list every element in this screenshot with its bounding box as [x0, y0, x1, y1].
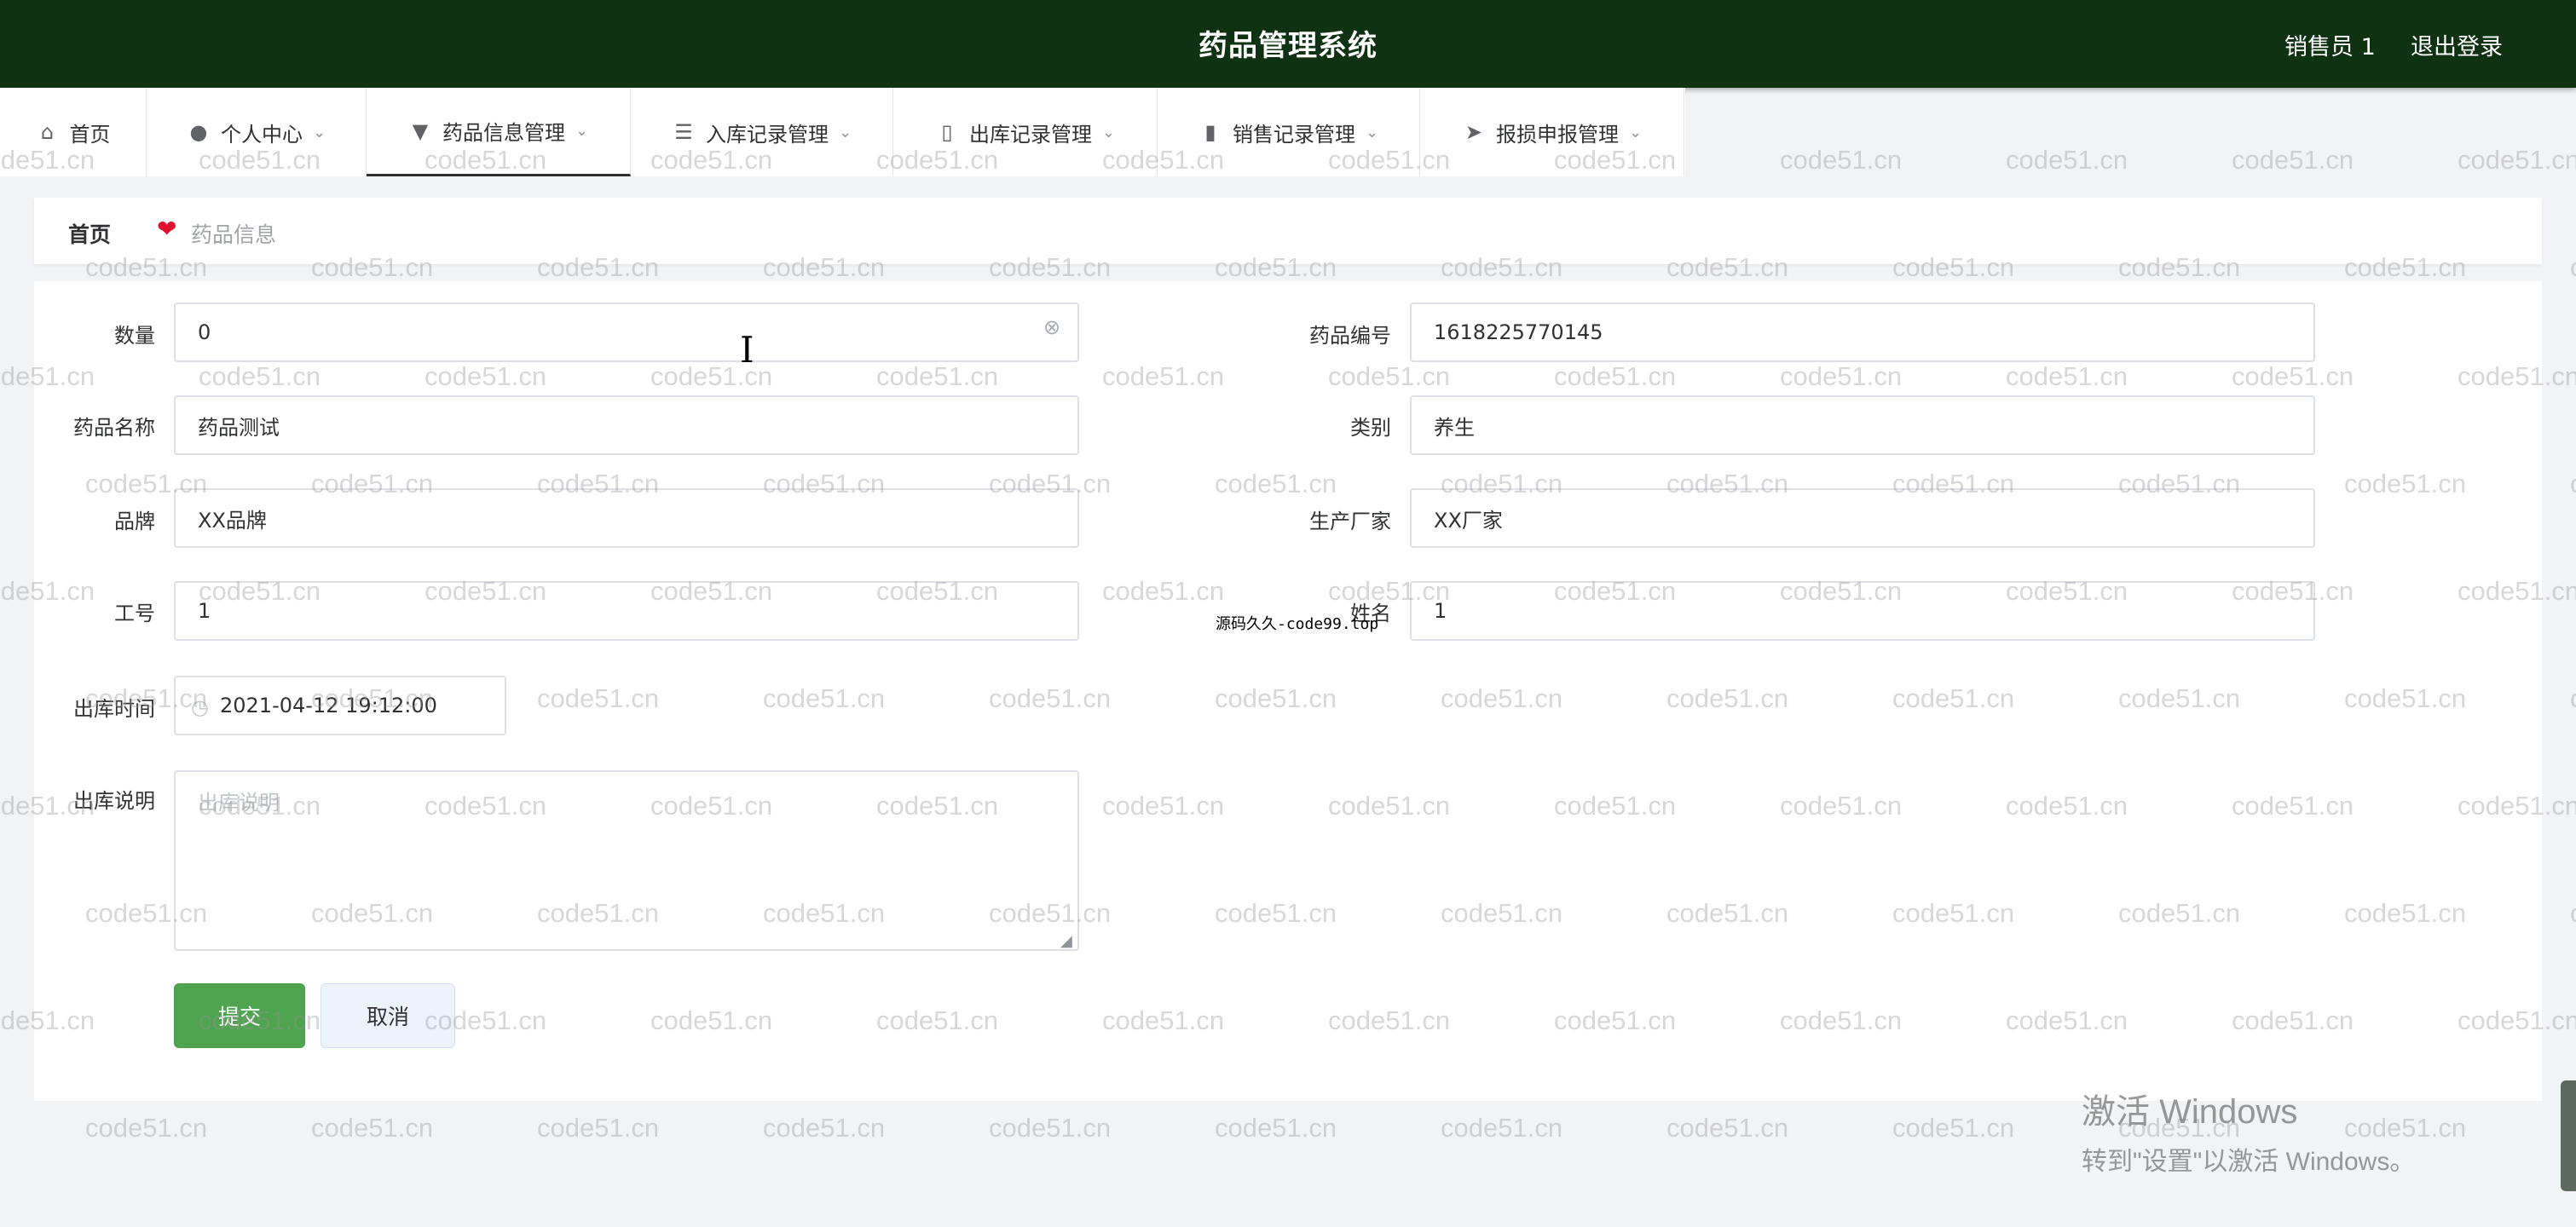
watermark-text: code51.cn: [2458, 145, 2576, 175]
desktop-gadget: [2561, 1080, 2576, 1191]
nav-item-loss-report[interactable]: ➤ 报损申报管理 ⌄: [1420, 88, 1684, 176]
chevron-down-icon: ⌄: [838, 123, 852, 141]
watermark-text: code51.cn: [2006, 145, 2128, 175]
watermark-text: code51.cn: [763, 1113, 886, 1143]
employee-id-input[interactable]: [174, 581, 1079, 641]
text-cursor-icon: I: [740, 329, 754, 371]
breadcrumb-home[interactable]: 首页: [68, 218, 111, 249]
chevron-down-icon: ⌄: [1365, 123, 1379, 141]
nav-item-home[interactable]: ⌂ 首页: [0, 88, 147, 176]
drug-name-input[interactable]: [174, 395, 1079, 455]
app-title: 药品管理系统: [1198, 29, 1378, 63]
nav-item-label: 报损申报管理: [1495, 122, 1619, 147]
watermark-text: code51.cn: [2570, 683, 2576, 714]
nav-item-personal-center[interactable]: ● 个人中心 ⌄: [147, 88, 367, 176]
chart-icon: ▮: [1204, 120, 1216, 144]
watermark-text: code51.cn: [311, 1113, 434, 1143]
nav-item-label: 出库记录管理: [968, 122, 1092, 147]
logout-link[interactable]: 退出登录: [2411, 28, 2503, 61]
outbound-time-label: 出库时间: [73, 697, 155, 721]
breadcrumb: 首页 ❤ 药品信息: [34, 198, 2542, 264]
watermark-text: code51.cn: [1215, 1113, 1337, 1143]
send-icon: ➤: [1464, 120, 1482, 144]
brand-input[interactable]: [174, 488, 1079, 548]
user-icon: ●: [189, 120, 208, 144]
manufacturer-input[interactable]: [1410, 488, 2315, 548]
outbound-note-textarea[interactable]: [174, 770, 1079, 951]
top-header: 药品管理系统 销售员 1 退出登录: [0, 0, 2576, 88]
manufacturer-label: 生产厂家: [1309, 510, 1391, 533]
watermark-text: code51.cn: [1666, 1113, 1789, 1143]
source-stamp: 源码久久-code99.top: [1216, 615, 1379, 633]
resize-handle-icon[interactable]: ◢: [1060, 932, 1072, 950]
nav-item-outbound-records[interactable]: ▯ 出库记录管理 ⌄: [893, 88, 1158, 176]
cancel-button[interactable]: 取消: [321, 983, 455, 1048]
breadcrumb-current: 药品信息: [191, 222, 277, 247]
watermark-text: code51.cn: [2344, 1113, 2467, 1143]
nav-item-label: 入库记录管理: [705, 122, 829, 147]
mobile-icon: ▯: [941, 120, 953, 144]
nav-item-sales-records[interactable]: ▮ 销售记录管理 ⌄: [1158, 88, 1420, 176]
nav-item-label: 销售记录管理: [1232, 122, 1355, 147]
category-input[interactable]: [1410, 395, 2315, 455]
clock-icon: ◷: [191, 695, 209, 719]
chevron-down-icon: ⌄: [575, 122, 589, 140]
outbound-note-label: 出库说明: [73, 789, 155, 813]
chevron-down-icon: ⌄: [312, 123, 326, 141]
brand-label: 品牌: [114, 510, 155, 533]
name-input[interactable]: [1410, 581, 2315, 641]
nav-item-drug-info[interactable]: ▼ 药品信息管理 ⌄: [367, 88, 631, 176]
main-nav: ⌂ 首页 ● 个人中心 ⌄ ▼ 药品信息管理 ⌄ ☰ 入库记录管理 ⌄ ▯ 出库…: [0, 88, 1685, 176]
quantity-input[interactable]: [174, 302, 1079, 362]
bookmark-icon: ▼: [412, 118, 429, 143]
drug-code-input[interactable]: [1410, 302, 2315, 362]
watermark-text: code51.cn: [2232, 145, 2354, 175]
outbound-time-picker[interactable]: [174, 676, 506, 735]
watermark-text: code51.cn: [2570, 252, 2576, 283]
submit-button[interactable]: 提交: [174, 983, 305, 1048]
nav-item-label: 个人中心: [220, 122, 303, 147]
quantity-label: 数量: [114, 324, 155, 348]
watermark-text: code51.cn: [537, 1113, 660, 1143]
watermark-text: code51.cn: [1892, 1113, 2015, 1143]
employee-id-label: 工号: [114, 602, 155, 625]
clear-icon[interactable]: ⊗: [1043, 315, 1060, 339]
nav-item-inbound-records[interactable]: ☰ 入库记录管理 ⌄: [631, 88, 893, 176]
chevron-down-icon: ⌄: [1101, 123, 1116, 141]
nav-item-label: 药品信息管理: [442, 121, 565, 145]
category-label: 类别: [1350, 416, 1391, 440]
nav-item-label: 首页: [69, 122, 111, 147]
chevron-down-icon: ⌄: [1628, 123, 1643, 141]
list-icon: ☰: [674, 120, 693, 144]
drug-code-label: 药品编号: [1309, 324, 1391, 348]
watermark-text: code51.cn: [1441, 1113, 1563, 1143]
home-icon: ⌂: [40, 120, 55, 144]
heart-icon: ❤: [157, 215, 177, 243]
current-user[interactable]: 销售员 1: [2284, 28, 2376, 61]
watermark-text: code51.cn: [2570, 469, 2576, 499]
watermark-text: code51.cn: [85, 1113, 208, 1143]
watermark-text: code51.cn: [989, 1113, 1112, 1143]
windows-activation-hint: 转到"设置"以激活 Windows。: [2082, 1148, 2416, 1176]
watermark-text: code51.cn: [1780, 145, 1903, 175]
drug-name-label: 药品名称: [73, 416, 155, 440]
watermark-text: code51.cn: [2118, 1113, 2241, 1143]
watermark-text: code51.cn: [2570, 898, 2576, 929]
